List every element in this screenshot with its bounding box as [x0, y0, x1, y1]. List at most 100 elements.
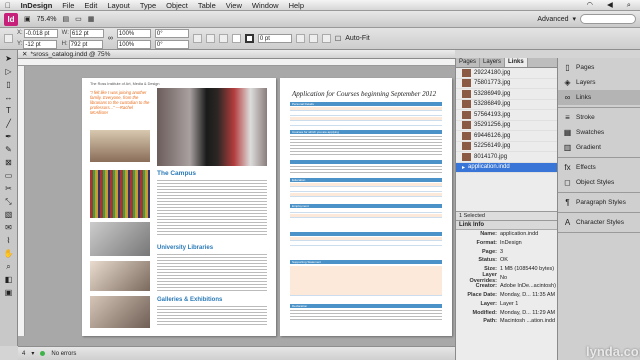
right-page[interactable]: Application for Courses beginning Septem…	[280, 78, 452, 336]
student-photo[interactable]	[157, 88, 267, 166]
galleries-heading[interactable]: Galleries & Exhibitions	[157, 297, 222, 303]
apple-icon[interactable]: 	[0, 1, 16, 10]
list-item-selected[interactable]: ▸ application.indd	[456, 162, 557, 173]
menu-window[interactable]: Window	[247, 1, 284, 10]
dock-item-swatches[interactable]: ▦ Swatches	[558, 125, 640, 140]
chevron-down-icon[interactable]: ▾	[31, 350, 34, 357]
dock-item-character-styles[interactable]: A Character Styles	[558, 215, 640, 230]
dock-item-paragraph-styles[interactable]: ¶ Paragraph Styles	[558, 195, 640, 210]
spotlight-icon[interactable]: ⌕	[622, 0, 636, 10]
autofit-checkbox[interactable]: ☐	[335, 35, 341, 43]
type-tool-icon[interactable]: T	[3, 105, 15, 116]
shear-field[interactable]: 0°	[154, 39, 189, 49]
horizontal-ruler[interactable]	[18, 59, 455, 66]
list-item[interactable]: 75801773.jpg	[456, 79, 557, 89]
menu-app-name[interactable]: InDesign	[16, 1, 58, 10]
y-position-field[interactable]: Y: -12 pt	[17, 39, 58, 49]
dock-item-gradient[interactable]: ▥ Gradient	[558, 140, 640, 155]
menu-help[interactable]: Help	[284, 1, 309, 10]
select-container-icon[interactable]	[218, 34, 228, 43]
workspace-switcher[interactable]: Advanced	[537, 16, 568, 23]
reference-point-icon[interactable]	[4, 34, 13, 43]
zoom-tool-icon[interactable]: ⌕	[3, 261, 15, 272]
studio-photo[interactable]	[90, 261, 150, 291]
expand-triangle-icon[interactable]: ▸	[462, 164, 465, 171]
tab-layers[interactable]: Layers	[480, 58, 506, 67]
menu-layout[interactable]: Layout	[102, 1, 135, 10]
stroke-swatch-icon[interactable]	[244, 34, 254, 43]
tab-pages[interactable]: Pages	[456, 58, 481, 67]
gradient-tool-icon[interactable]: ▧	[3, 209, 15, 220]
list-item[interactable]: 53286849.jpg	[456, 100, 557, 110]
menu-edit[interactable]: Edit	[79, 1, 102, 10]
free-transform-tool-icon[interactable]: ⤡	[3, 196, 15, 207]
list-item[interactable]: 29224180.jpg	[456, 68, 557, 79]
rectangle-tool-icon[interactable]: ▭	[3, 170, 15, 181]
libraries-heading[interactable]: University Libraries	[157, 245, 213, 251]
menu-file[interactable]: File	[57, 1, 79, 10]
x-position-field[interactable]: X: -0.018 pt	[17, 28, 58, 38]
dock-item-pages[interactable]: ▯ Pages	[558, 60, 640, 75]
vertical-ruler[interactable]	[18, 66, 25, 336]
close-icon[interactable]: ✕	[22, 50, 27, 58]
campus-heading[interactable]: The Campus	[157, 170, 196, 177]
libraries-body-text[interactable]	[157, 254, 267, 293]
scale-x-field[interactable]: 100%	[116, 28, 151, 38]
list-item[interactable]: 57564193.jpg	[456, 110, 557, 121]
list-item[interactable]: 53286949.jpg	[456, 89, 557, 100]
left-page[interactable]: The Ross Institute of Art, Media & Desig…	[82, 78, 276, 336]
page-tool-icon[interactable]: ▯	[3, 79, 15, 90]
galleries-body-text[interactable]	[157, 306, 267, 327]
help-search-input[interactable]	[580, 14, 636, 24]
screen-mode-icon[interactable]: ▭	[75, 15, 82, 23]
tab-links[interactable]: Links	[505, 58, 528, 67]
fill-stroke-icon[interactable]: ◧	[3, 274, 15, 285]
line-tool-icon[interactable]: ╱	[3, 118, 15, 129]
library-shelves-photo[interactable]	[90, 170, 150, 218]
bridge-icon[interactable]: ▣	[24, 15, 31, 23]
wifi-icon[interactable]: ◠	[581, 0, 598, 10]
dock-item-effects[interactable]: fx Effects	[558, 160, 640, 175]
zoom-level[interactable]: 75.4%	[37, 16, 57, 23]
volume-icon[interactable]: ◀	[602, 0, 618, 10]
menu-view[interactable]: View	[221, 1, 247, 10]
gap-tool-icon[interactable]: ↔	[3, 92, 15, 103]
menu-type[interactable]: Type	[135, 1, 161, 10]
dock-item-layers[interactable]: ◈ Layers	[558, 75, 640, 90]
hand-tool-icon[interactable]: ✋	[3, 248, 15, 259]
list-item[interactable]: 69446126.jpg	[456, 131, 557, 142]
preview-mode-icon[interactable]: ▣	[3, 287, 15, 298]
pencil-tool-icon[interactable]: ✎	[3, 144, 15, 155]
list-item[interactable]: 52256149.jpg	[456, 142, 557, 152]
gallery-photo[interactable]	[90, 296, 150, 328]
chevron-down-icon[interactable]: ▾	[572, 15, 576, 23]
document-tab[interactable]: ✕ *sross_catalog.indd @ 75%	[18, 50, 455, 59]
height-field[interactable]: H: 792 pt	[62, 39, 104, 49]
scissors-tool-icon[interactable]: ✂	[3, 183, 15, 194]
arrange-documents-icon[interactable]: ▦	[88, 15, 95, 23]
link-info-header[interactable]: Link Info	[456, 221, 557, 230]
list-item[interactable]: 8014170.jpg	[456, 152, 557, 163]
rectangle-frame-tool-icon[interactable]: ⊠	[3, 157, 15, 168]
constrain-proportions-icon[interactable]: ∞	[108, 35, 113, 42]
dock-item-stroke[interactable]: ≡ Stroke	[558, 110, 640, 125]
dock-item-object-styles[interactable]: ◻ Object Styles	[558, 175, 640, 190]
hallway-photo[interactable]	[90, 222, 150, 256]
menu-object[interactable]: Object	[161, 1, 193, 10]
text-wrap-icon[interactable]	[308, 34, 318, 43]
portrait-photo[interactable]	[90, 130, 150, 162]
drop-shadow-icon[interactable]	[295, 34, 305, 43]
pull-quote[interactable]: "I felt like I was joining another famil…	[90, 90, 150, 115]
direct-selection-tool-icon[interactable]: ▷	[3, 66, 15, 77]
selection-tool-icon[interactable]: ➤	[3, 53, 15, 64]
rotate-cw-icon[interactable]	[192, 34, 202, 43]
dock-item-links[interactable]: ∞ Links	[558, 90, 640, 105]
preflight-status[interactable]: No errors	[51, 351, 76, 357]
eyedropper-tool-icon[interactable]: ⌇	[3, 235, 15, 246]
width-field[interactable]: W: 612 pt	[62, 28, 104, 38]
fitting-icon[interactable]	[321, 34, 331, 43]
menu-table[interactable]: Table	[193, 1, 221, 10]
note-tool-icon[interactable]: ✉	[3, 222, 15, 233]
rotation-field[interactable]: 0°	[154, 28, 189, 38]
pen-tool-icon[interactable]: ✒	[3, 131, 15, 142]
